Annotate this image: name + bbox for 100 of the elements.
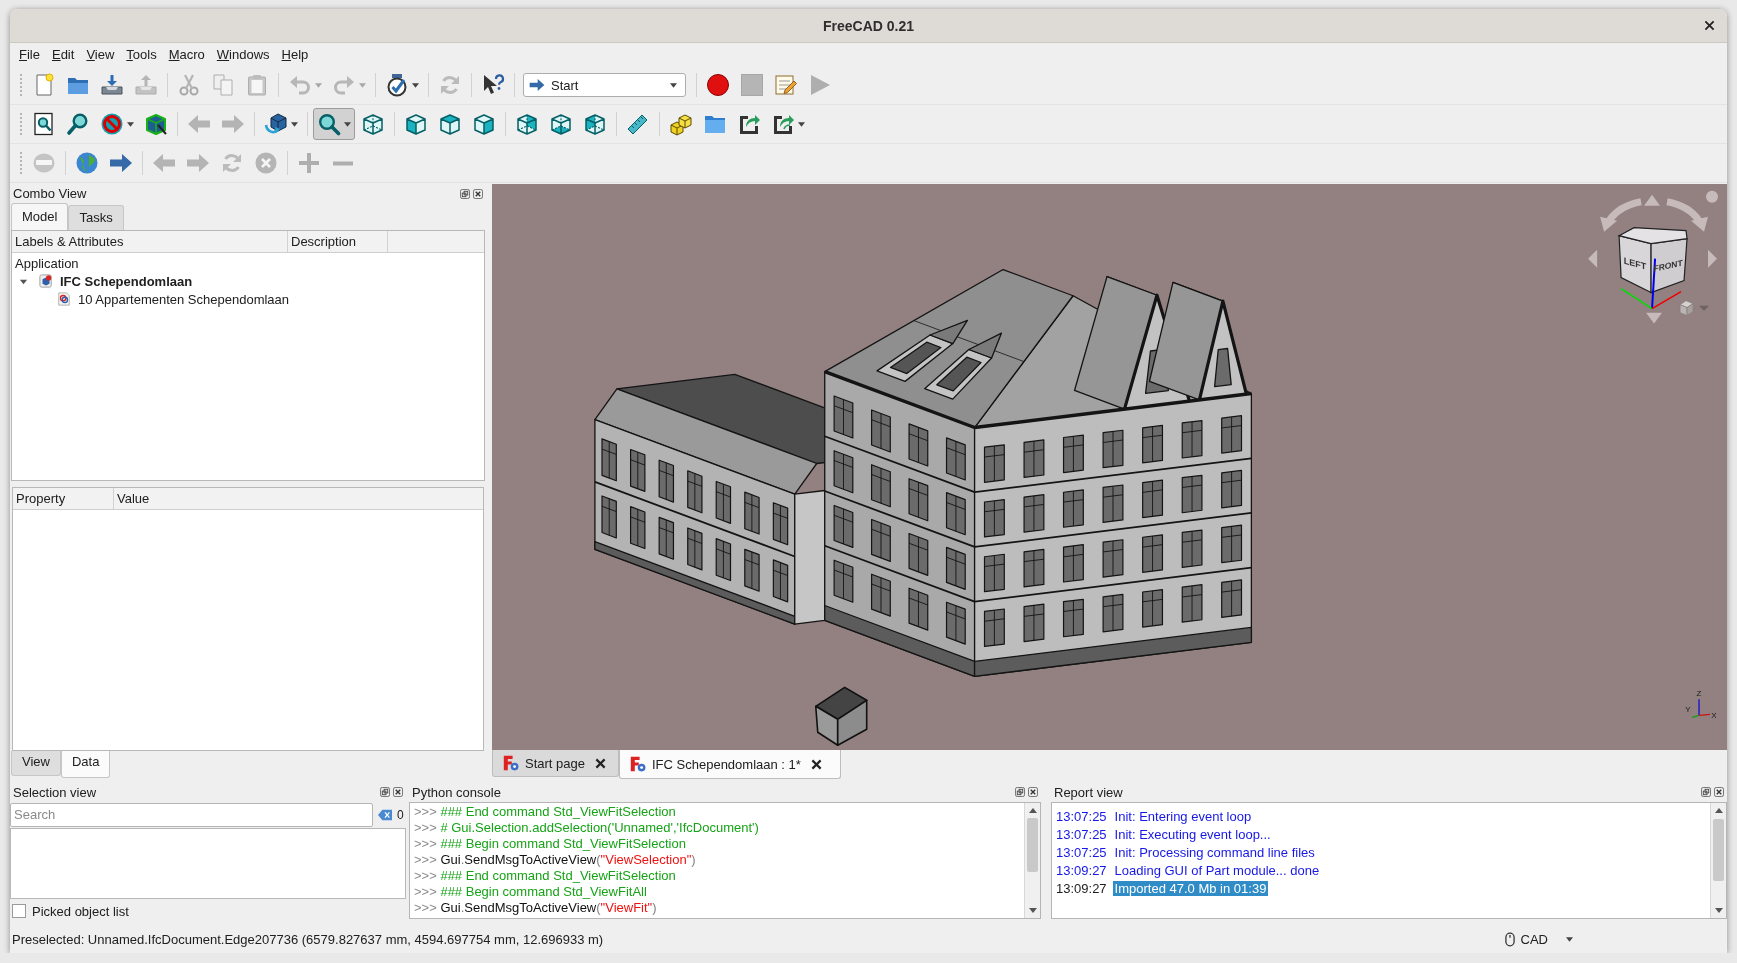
curved-arrow-icon[interactable] xyxy=(1600,198,1642,232)
log-time: 13:09:27 xyxy=(1056,862,1107,878)
menu-item[interactable]: Macro xyxy=(162,45,211,64)
cube-arrow-icon xyxy=(264,112,288,136)
report-log[interactable]: 13:07:25 Init: Entering event loop 13:07:25 Init: Executing event loop... 13:07:25 Init: Processing command line files 13:09:27 Loading GUI of Part module... done 13:09:27 Imported 47.0 Mb in 01:39 xyxy=(1051,802,1727,919)
stacked-blocks-icon xyxy=(669,112,693,136)
close-icon[interactable] xyxy=(473,188,483,199)
overlapping-squares-icon[interactable] xyxy=(380,787,390,797)
log-message: Loading GUI of Part module... done xyxy=(1113,862,1321,878)
minus-icon xyxy=(333,160,353,166)
close-icon[interactable] xyxy=(595,757,606,769)
scroll-up-arrow-icon[interactable] xyxy=(1028,808,1037,813)
clear-icon[interactable] xyxy=(377,807,393,822)
small-cube-icon[interactable] xyxy=(1679,300,1694,316)
caret-icon xyxy=(412,82,419,88)
tab[interactable]: View xyxy=(11,751,61,776)
scissors-icon xyxy=(177,73,201,97)
scroll-up-arrow-icon[interactable] xyxy=(1714,808,1723,813)
record-icon xyxy=(706,73,730,97)
check-gauge-icon xyxy=(385,73,409,97)
column-header[interactable]: Description xyxy=(288,231,388,252)
close-icon[interactable] xyxy=(1714,787,1724,797)
tab[interactable]: Tasks xyxy=(68,205,124,230)
navigation-style-button[interactable]: CAD xyxy=(1500,929,1577,949)
scroll-down-arrow-icon[interactable] xyxy=(1714,908,1723,913)
cube-icon xyxy=(549,112,573,136)
overlapping-squares-icon[interactable] xyxy=(460,188,470,199)
clipboard-icon xyxy=(245,73,269,97)
page-icon xyxy=(57,292,71,306)
tree-item[interactable]: Application xyxy=(15,255,79,271)
cube-icon xyxy=(438,112,462,136)
curved-arrow-icon[interactable] xyxy=(1666,198,1708,232)
scrollbar[interactable] xyxy=(1024,803,1040,918)
stop-icon xyxy=(740,73,764,97)
undo-icon xyxy=(288,73,312,97)
3d-viewport[interactable]: LEFT FRONT Z Y X xyxy=(492,184,1727,750)
cube-model xyxy=(814,686,868,747)
cube-face-label[interactable]: LEFT xyxy=(1623,255,1647,272)
copy-icon xyxy=(211,73,235,97)
console-line: >>> ### Begin command Std_ViewFitAll xyxy=(414,884,648,900)
page-magnifier-icon xyxy=(32,112,56,136)
column-header[interactable]: Value xyxy=(114,488,483,509)
menu-item[interactable]: File xyxy=(13,45,46,64)
panel-title: Selection view xyxy=(13,784,98,800)
caret-icon xyxy=(315,82,322,88)
arrow-left-icon xyxy=(152,151,176,175)
arrow-right-icon xyxy=(186,151,210,175)
tree-item[interactable]: IFC Schependomlaan xyxy=(60,273,193,289)
console-line: >>> # Gui.Selection.addSelection('Unnamed','IfcDocument') xyxy=(414,820,760,836)
caret-icon xyxy=(670,82,677,88)
menu-item[interactable]: Help xyxy=(275,45,315,64)
menu-item[interactable]: Tools xyxy=(120,45,163,64)
cube-icon xyxy=(472,112,496,136)
tab[interactable]: Data xyxy=(60,751,111,778)
log-message: Init: Executing event loop... xyxy=(1113,826,1272,842)
checkbox[interactable] xyxy=(12,904,26,918)
document-tab[interactable]: Start page xyxy=(492,750,619,777)
console-line: >>> ### End command Std_ViewFitSelection xyxy=(414,804,677,820)
no-sign-icon xyxy=(100,112,124,136)
close-icon[interactable] xyxy=(810,758,822,770)
workbench-dropdown[interactable]: Start xyxy=(523,73,686,97)
refresh-icon xyxy=(438,73,462,97)
search-field[interactable]: Search xyxy=(10,802,373,827)
overlapping-squares-icon[interactable] xyxy=(1701,787,1711,797)
close-icon[interactable] xyxy=(393,787,403,797)
tab[interactable]: Model xyxy=(11,203,69,230)
refresh-icon xyxy=(220,151,244,175)
python-console[interactable] xyxy=(409,802,1041,919)
ruler-icon xyxy=(626,112,650,136)
scrollbar[interactable] xyxy=(1710,803,1726,918)
pointer-question-icon xyxy=(481,73,505,97)
scroll-down-arrow-icon[interactable] xyxy=(1028,908,1037,913)
navigation-cube[interactable]: LEFT FRONT xyxy=(1617,227,1688,310)
menu-item[interactable]: Windows xyxy=(210,45,276,64)
menu-item[interactable]: Edit xyxy=(45,45,81,64)
tree-item[interactable]: 10 Appartementen Schependomlaan xyxy=(78,291,290,307)
document-tab[interactable]: IFC Schependomlaan : 1* xyxy=(619,750,841,779)
column-header[interactable]: Labels & Attributes xyxy=(12,231,288,252)
menu-item[interactable]: View xyxy=(80,45,121,64)
globe-icon xyxy=(75,151,99,175)
close-icon[interactable] xyxy=(1028,787,1038,797)
wireframe-cube-icon xyxy=(144,112,168,136)
cube-icon xyxy=(404,112,428,136)
arrow-right-icon xyxy=(221,112,245,136)
column-header[interactable]: Property xyxy=(13,488,114,509)
close-icon[interactable] xyxy=(1704,20,1715,31)
scrollbar-thumb[interactable] xyxy=(1713,819,1724,881)
caret-icon xyxy=(291,121,298,127)
log-time: 13:09:27 xyxy=(1056,880,1107,896)
overlapping-squares-icon[interactable] xyxy=(1015,787,1025,797)
checkbox-label[interactable]: Picked object list xyxy=(32,903,129,919)
dot-icon[interactable] xyxy=(1706,190,1718,203)
cube-icon xyxy=(361,112,385,136)
plus-icon xyxy=(297,151,321,175)
axis-label: Z xyxy=(1696,689,1702,699)
log-message: Init: Processing command line files xyxy=(1113,844,1316,860)
play-icon xyxy=(808,73,832,97)
log-message: Imported 47.0 Mb in 01:39 xyxy=(1112,880,1269,896)
scrollbar-thumb[interactable] xyxy=(1027,818,1038,872)
logo-icon xyxy=(503,755,519,771)
